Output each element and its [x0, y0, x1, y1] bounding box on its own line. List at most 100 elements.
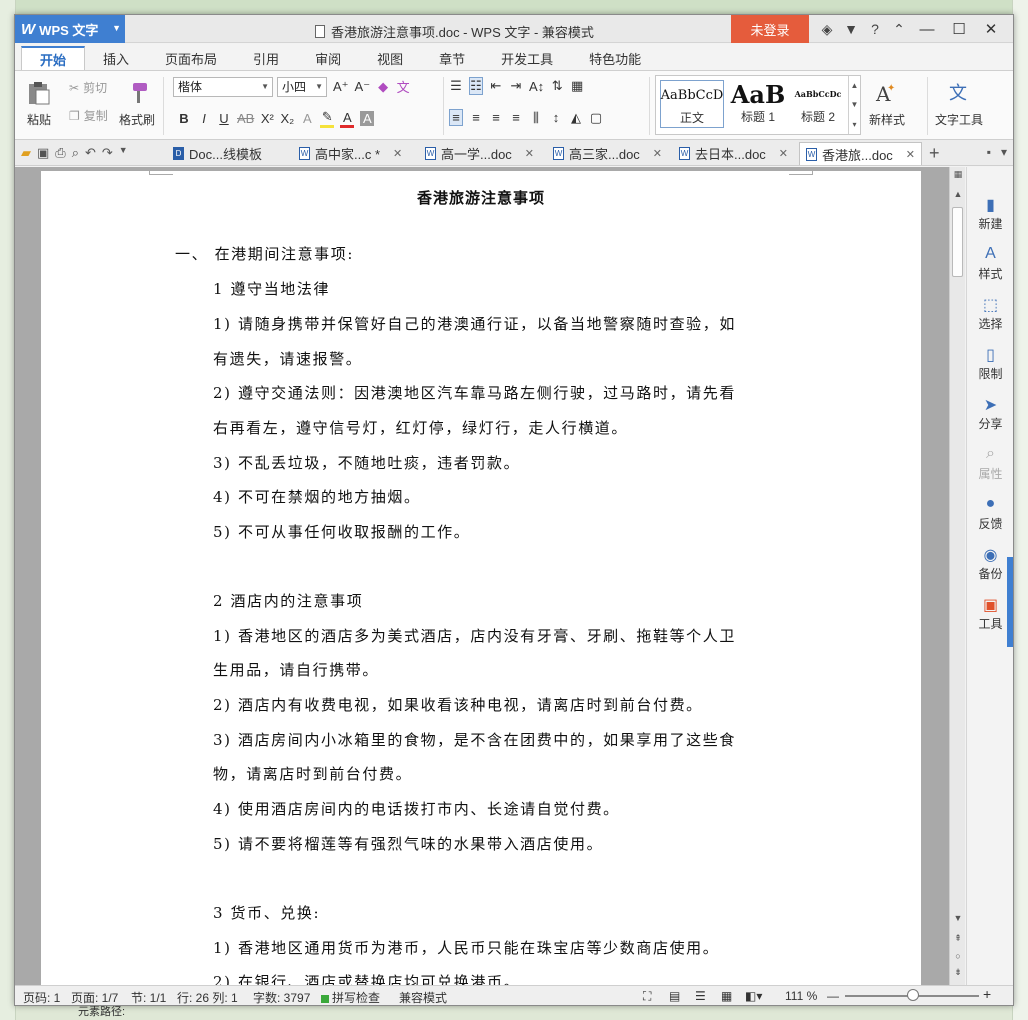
maximize-button[interactable]: ☐: [943, 15, 975, 43]
style-normal[interactable]: AaBbCcD 正文: [660, 80, 724, 128]
align-right-icon[interactable]: ≡: [489, 110, 503, 125]
chevron-up-icon[interactable]: ▲: [851, 81, 859, 90]
document-area[interactable]: 香港旅游注意事项 一、 在港期间注意事项: 1 遵守当地法律 1) 请随身携带并…: [15, 167, 949, 985]
save-icon[interactable]: ▣: [37, 145, 49, 161]
char-spacing-icon[interactable]: A↕: [529, 79, 544, 94]
doc-tab-active[interactable]: W 香港旅...doc ✕: [799, 142, 923, 165]
status-page-number[interactable]: 页码: 1: [23, 989, 60, 1005]
task-pane-collapse-handle[interactable]: [1007, 557, 1013, 647]
doc-tab-template[interactable]: D Doc...线模板: [167, 142, 268, 165]
italic-icon[interactable]: I: [197, 111, 211, 126]
superscript-icon[interactable]: X²: [260, 111, 274, 126]
spell-check-toggle[interactable]: 拼写检查: [321, 989, 380, 1005]
align-center-icon[interactable]: ≡: [469, 110, 483, 125]
add-tab-icon[interactable]: +: [929, 143, 940, 164]
undo-icon[interactable]: ↶: [85, 145, 96, 161]
task-feedback[interactable]: ● 反馈: [967, 495, 1013, 532]
ruler-toggle-icon[interactable]: ▦: [952, 169, 964, 180]
zoom-out-icon[interactable]: —: [827, 989, 839, 1003]
redo-icon[interactable]: ↷: [102, 145, 113, 161]
skin-shirt-icon[interactable]: ▼: [839, 15, 863, 43]
table-icon[interactable]: ▦: [570, 78, 584, 94]
copy-button[interactable]: ❐ 复制: [69, 107, 108, 124]
format-painter-button[interactable]: 格式刷: [119, 79, 155, 128]
doc-tab[interactable]: W 高一学...doc ✕: [419, 142, 540, 165]
tab-section[interactable]: 章节: [421, 46, 483, 70]
tab-insert[interactable]: 插入: [85, 46, 147, 70]
document-page[interactable]: 香港旅游注意事项 一、 在港期间注意事项: 1 遵守当地法律 1) 请随身携带并…: [41, 171, 921, 985]
full-screen-icon[interactable]: ⛶: [643, 989, 651, 1004]
chevron-down-icon[interactable]: ▼: [119, 145, 128, 161]
tab-view[interactable]: 视图: [359, 46, 421, 70]
increase-indent-icon[interactable]: ⇥: [509, 78, 523, 94]
tab-list-icon[interactable]: ▪: [987, 145, 991, 159]
text-effect-icon[interactable]: A: [300, 111, 314, 126]
shading-icon[interactable]: ◭: [569, 110, 583, 126]
tab-special[interactable]: 特色功能: [571, 46, 659, 70]
clear-format-icon[interactable]: ◆: [376, 79, 390, 95]
tab-review[interactable]: 审阅: [297, 46, 359, 70]
close-icon[interactable]: ✕: [525, 147, 534, 160]
zoom-in-icon[interactable]: +: [983, 986, 991, 1002]
justify-icon[interactable]: ≡: [509, 110, 523, 125]
pinyin-icon[interactable]: 文: [396, 77, 410, 96]
zoom-slider-handle[interactable]: [907, 989, 919, 1001]
align-left-icon[interactable]: ≡: [449, 109, 463, 126]
numbered-list-icon[interactable]: ☷: [469, 77, 483, 95]
chevron-down-icon[interactable]: ▼: [851, 100, 859, 109]
task-select[interactable]: ⬚ 选择: [967, 295, 1013, 332]
task-restrict[interactable]: ▯ 限制: [967, 345, 1013, 382]
status-section[interactable]: 节: 1/1: [131, 989, 166, 1005]
page-view-icon[interactable]: ▤: [669, 989, 680, 1003]
sort-icon[interactable]: ⇅: [550, 78, 564, 94]
style-heading-1[interactable]: AaB 标题 1: [726, 80, 790, 128]
status-word-count[interactable]: 字数: 3797: [253, 989, 310, 1005]
doc-tab[interactable]: W 去日本...doc ✕: [673, 142, 794, 165]
vertical-scrollbar[interactable]: ▦ ▲ ▼ ⇞ ○ ⇟: [949, 167, 965, 985]
line-spacing-icon[interactable]: ↕: [549, 110, 563, 125]
font-size-select[interactable]: 小四 ▼: [277, 77, 327, 97]
tab-page-layout[interactable]: 页面布局: [147, 46, 235, 70]
task-new[interactable]: ▮ 新建: [967, 195, 1013, 232]
close-icon[interactable]: ✕: [779, 147, 788, 160]
subscript-icon[interactable]: X₂: [280, 111, 294, 126]
zoom-level[interactable]: 111 %: [785, 989, 817, 1003]
status-pages[interactable]: 页面: 1/7: [71, 989, 118, 1005]
tab-references[interactable]: 引用: [235, 46, 297, 70]
tab-home[interactable]: 开始: [21, 46, 86, 70]
task-style[interactable]: A 样式: [967, 245, 1013, 282]
bold-icon[interactable]: B: [177, 111, 191, 126]
tab-menu-icon[interactable]: ▾: [1001, 145, 1007, 159]
login-button[interactable]: 未登录: [731, 15, 809, 43]
highlight-icon[interactable]: ✎: [320, 109, 335, 128]
decrease-indent-icon[interactable]: ⇤: [489, 78, 503, 94]
bullet-list-icon[interactable]: ☰: [449, 78, 463, 94]
gallery-scroll[interactable]: ▲ ▼ ▾: [848, 76, 860, 134]
close-icon[interactable]: ✕: [393, 147, 402, 160]
border-icon[interactable]: ▢: [589, 110, 603, 126]
cloud-icon[interactable]: ◈: [815, 15, 839, 43]
font-color-icon[interactable]: A: [340, 110, 355, 128]
print-icon[interactable]: ⎙: [55, 145, 65, 161]
distribute-icon[interactable]: ⫼: [529, 110, 543, 126]
char-shading-icon[interactable]: A: [360, 111, 375, 126]
scroll-up-icon[interactable]: ▲: [952, 189, 964, 199]
prev-page-icon[interactable]: ⇞: [952, 933, 964, 944]
collapse-ribbon-icon[interactable]: ⌃: [887, 15, 911, 43]
task-share[interactable]: ➤ 分享: [967, 395, 1013, 432]
help-icon[interactable]: ?: [863, 15, 887, 43]
outline-view-icon[interactable]: ☰: [695, 989, 706, 1003]
tab-developer[interactable]: 开发工具: [483, 46, 571, 70]
reading-mode-icon[interactable]: ◧▾: [745, 989, 762, 1003]
doc-tab[interactable]: W 高中家...c * ✕: [293, 142, 408, 165]
scrollbar-thumb[interactable]: [952, 207, 963, 277]
paste-button[interactable]: 粘贴: [25, 79, 53, 128]
task-properties[interactable]: ⌕ 属性: [967, 445, 1013, 482]
app-menu-button[interactable]: W WPS 文字 ▼: [15, 15, 125, 43]
browse-object-icon[interactable]: ○: [952, 951, 964, 961]
status-row-col[interactable]: 行: 26 列: 1: [177, 989, 238, 1005]
grow-font-icon[interactable]: A⁺: [333, 79, 349, 95]
print-preview-icon[interactable]: ⌕: [72, 145, 79, 161]
open-folder-icon[interactable]: ▰: [21, 145, 31, 161]
new-style-button[interactable]: A ✦ 新样式: [869, 79, 905, 128]
